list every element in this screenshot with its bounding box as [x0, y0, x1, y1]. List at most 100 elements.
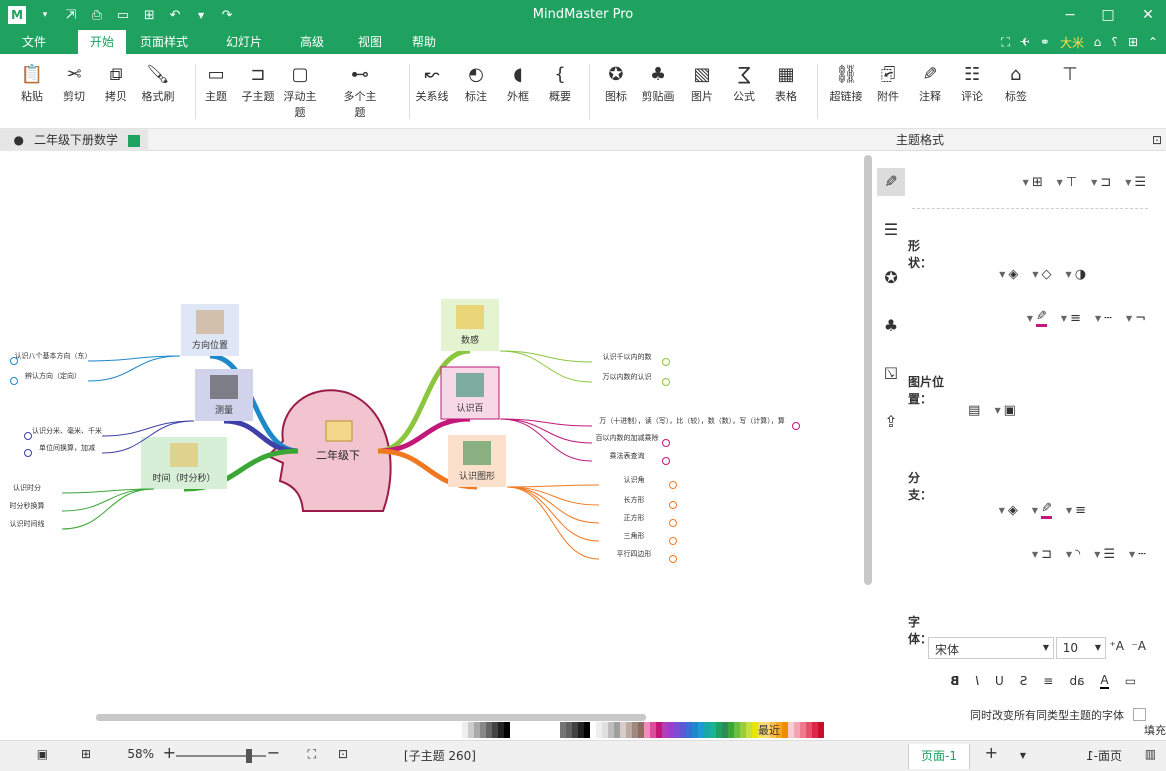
ribbon-button-topic[interactable]: ▭ 主题 [196, 62, 236, 104]
ribbon-button-formula[interactable]: ∑ 公式 [724, 62, 764, 104]
branch-color-control[interactable]: ✎ ▼ [1032, 501, 1052, 519]
outline-icon[interactable]: ☰ [877, 216, 905, 244]
ribbon-button-image[interactable]: ▨ 图片 [682, 62, 722, 104]
ribbon-button-layout[interactable]: ⊤ [1050, 62, 1090, 88]
fullscreen-view-icon[interactable]: ⛶ [308, 747, 316, 762]
fit-page-icon[interactable]: ⊡ [338, 747, 348, 761]
ribbon-button-floating-topic[interactable]: ▢ 浮动主题 [280, 62, 320, 120]
recent-swatch[interactable] [498, 722, 504, 738]
font-grow-icon[interactable]: A⁺ [1109, 639, 1124, 653]
dash-control[interactable]: ┄ ▼ [1095, 311, 1112, 326]
palette-swatch[interactable] [710, 722, 716, 738]
panel-scrollbar[interactable] [864, 155, 872, 585]
collapse-toggle[interactable] [662, 358, 670, 366]
zoom-slider-knob[interactable] [246, 749, 252, 763]
palette-swatch[interactable] [686, 722, 692, 738]
bold-icon[interactable]: B [950, 674, 959, 688]
close-icon[interactable]: ✕ [1138, 5, 1158, 25]
page-tab[interactable]: 页面-1 [908, 744, 970, 769]
recent-swatch[interactable] [468, 722, 474, 738]
ribbon-button-relationship[interactable]: ↝ 关系线 [412, 62, 452, 104]
numbering-control[interactable]: ☰ ▼ [1125, 175, 1146, 190]
collapse-toggle[interactable] [669, 481, 677, 489]
tab-0[interactable]: 文件 [10, 30, 58, 54]
palette-swatch[interactable] [716, 722, 722, 738]
collapse-toggle[interactable] [24, 449, 32, 457]
clipart-panel-icon[interactable]: ♣ [877, 312, 905, 340]
highlight-icon[interactable]: ab [1069, 674, 1084, 688]
branch-connector-control[interactable]: ⊏ ▼ [1032, 547, 1052, 562]
strikethrough-icon[interactable]: S [1020, 674, 1028, 688]
underline-icon[interactable]: U [995, 674, 1004, 688]
palette-swatch[interactable] [806, 722, 812, 738]
collapse-toggle[interactable] [669, 501, 677, 509]
palette-swatch[interactable] [632, 722, 638, 738]
collapse-toggle[interactable] [662, 457, 670, 465]
image-align-control[interactable]: ▣ ▼ [995, 403, 1016, 418]
corner-control[interactable]: ⌐ ▼ [1126, 311, 1146, 326]
recent-swatch[interactable] [492, 722, 498, 738]
palette-swatch[interactable] [560, 722, 566, 738]
branch-fill-control[interactable]: ◈ ▼ [999, 503, 1018, 518]
ribbon-button-copy[interactable]: ⧉ 拷贝 [96, 62, 136, 104]
connector-control[interactable]: ⊏ ▼ [1091, 175, 1111, 190]
fit-width-icon[interactable]: ⊞ [81, 747, 91, 761]
shape-control[interactable]: ◇ ▼ [1032, 267, 1051, 282]
collapse-toggle[interactable] [662, 378, 670, 386]
font-family-select[interactable]: 宋体 ▼ [928, 637, 1054, 659]
palette-swatch[interactable] [572, 722, 578, 738]
palette-swatch[interactable] [644, 722, 650, 738]
ribbon-button-attachment[interactable]: ⎘ 附件 [868, 62, 908, 104]
branch-line-style-control[interactable]: ┄ ▼ [1129, 547, 1146, 562]
add-page-icon[interactable]: + [985, 743, 998, 762]
palette-swatch[interactable] [668, 722, 674, 738]
collapse-toggle[interactable] [669, 519, 677, 527]
palette-swatch[interactable] [614, 722, 620, 738]
recent-swatch[interactable] [486, 722, 492, 738]
collapse-toggle[interactable] [669, 555, 677, 563]
palette-swatch[interactable] [782, 722, 788, 738]
branch-curve-control[interactable]: ◜ ▼ [1066, 547, 1080, 562]
palette-swatch[interactable] [626, 722, 632, 738]
ribbon-button-paste[interactable]: 📋 粘贴 [12, 62, 52, 104]
font-color-icon[interactable]: A [1100, 673, 1109, 689]
palette-swatch[interactable] [698, 722, 704, 738]
apps-icon[interactable]: ⊞ [1128, 35, 1138, 49]
branch-spacing-control[interactable]: ☰ ▼ [1094, 547, 1115, 562]
zoom-in-icon[interactable]: + [163, 743, 176, 762]
palette-swatch[interactable] [638, 722, 644, 738]
collapse-toggle[interactable] [10, 357, 18, 365]
publish-icon[interactable]: ✈ [1020, 35, 1030, 49]
ribbon-button-summary[interactable]: } 概要 [540, 62, 580, 104]
tab-5[interactable]: 视图 [346, 30, 394, 54]
apply-all-checkbox[interactable] [1133, 708, 1146, 721]
ribbon-button-hyperlink[interactable]: ⛓ 超链接 [826, 62, 866, 104]
collapse-toggle[interactable] [669, 537, 677, 545]
palette-swatch[interactable] [734, 722, 740, 738]
ribbon-button-table[interactable]: ▦ 表格 [766, 62, 806, 104]
palette-swatch[interactable] [680, 722, 686, 738]
recent-swatch[interactable] [462, 722, 468, 738]
ribbon-button-subtopic[interactable]: ⊏ 子主题 [238, 62, 278, 104]
layout-control[interactable]: ⊞ ▼ [1023, 175, 1043, 190]
minimize-icon[interactable]: − [1060, 5, 1080, 25]
palette-swatch[interactable] [722, 722, 728, 738]
zoom-slider[interactable] [166, 741, 266, 771]
palette-swatch[interactable] [788, 722, 794, 738]
ribbon-button-tag[interactable]: ⌂ 标签 [996, 62, 1036, 104]
format-brush-icon[interactable]: ✎ [877, 168, 905, 196]
mark-panel-icon[interactable]: ✪ [877, 264, 905, 292]
recent-swatch[interactable] [504, 722, 510, 738]
align-icon[interactable]: ≡ [1043, 674, 1053, 688]
collapse-toggle[interactable] [792, 422, 800, 430]
palette-swatch[interactable] [746, 722, 752, 738]
shirt-icon[interactable]: ⌂ [1094, 35, 1102, 49]
ribbon-button-cut[interactable]: ✂ 剪切 [54, 62, 94, 104]
ribbon-button-mark[interactable]: ✪ 图标 [596, 62, 636, 104]
task-panel-icon[interactable]: ☑ [877, 360, 905, 388]
structure-control[interactable]: ⊤ ▼ [1057, 175, 1077, 190]
ribbon-button-comment[interactable]: ☷ 评论 [952, 62, 992, 104]
presentation-icon[interactable]: ▣ [37, 747, 48, 761]
fill-control[interactable]: ◈ ▼ [999, 267, 1018, 282]
share-icon[interactable]: ⚭ [1040, 35, 1050, 49]
